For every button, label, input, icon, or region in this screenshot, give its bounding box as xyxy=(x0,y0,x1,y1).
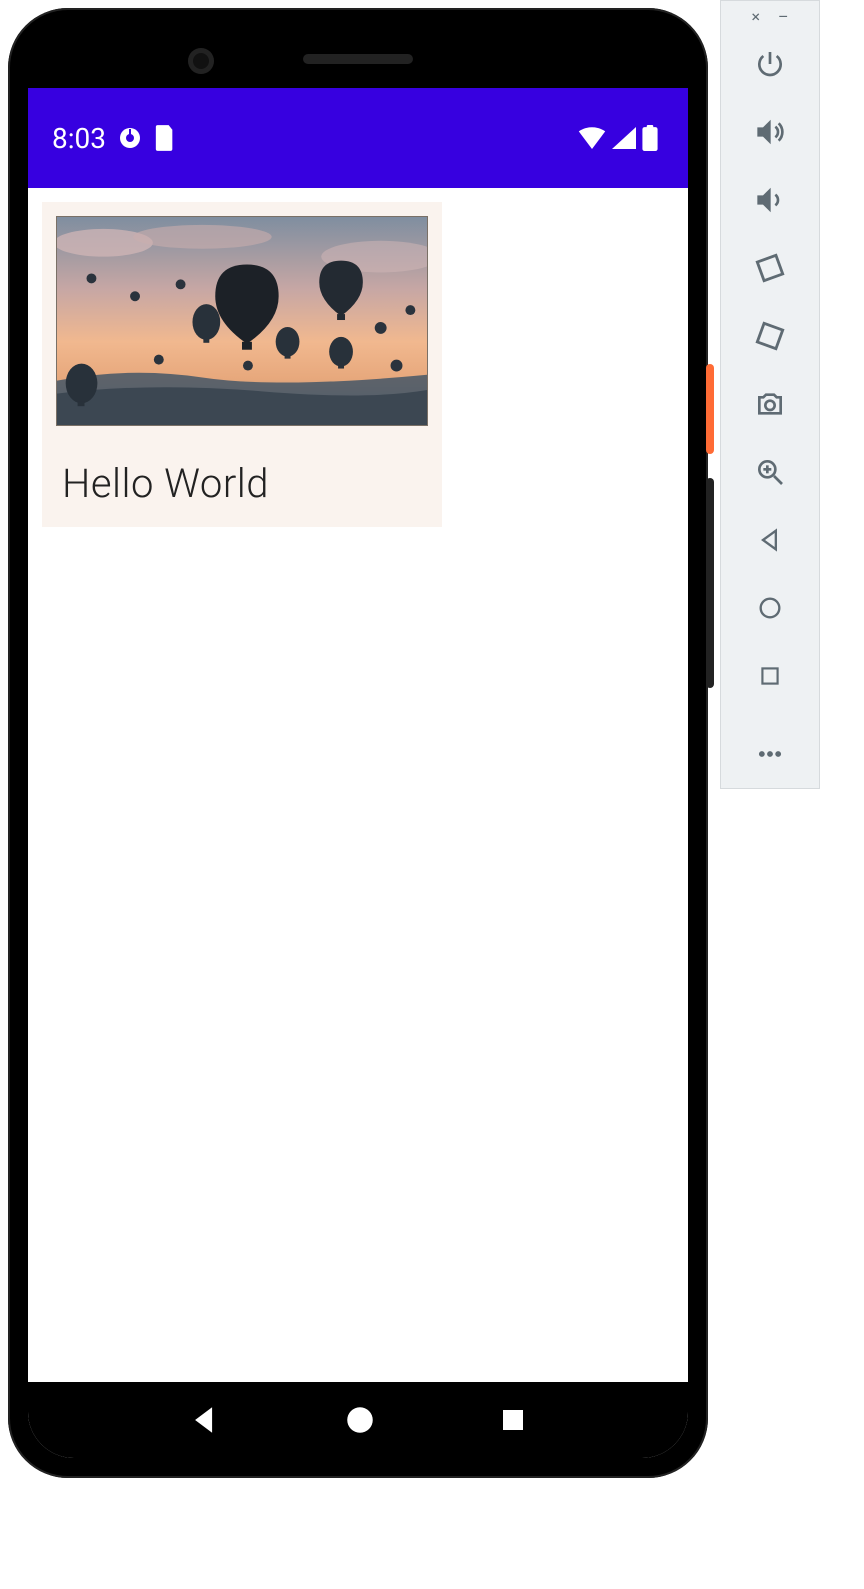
rotate-left-icon xyxy=(753,251,787,285)
emulator-window-controls: × – xyxy=(721,1,819,30)
device-inner: 8:03 xyxy=(28,28,688,1458)
zoom-icon xyxy=(754,456,786,488)
card[interactable]: Hello World xyxy=(42,202,442,527)
navigation-bar xyxy=(28,1382,688,1458)
signal-icon xyxy=(612,127,636,149)
device-power-key xyxy=(706,364,714,454)
app-content: Hello World xyxy=(28,188,688,1382)
rotate-right-button[interactable] xyxy=(721,302,819,370)
power-button[interactable] xyxy=(721,30,819,98)
device-front-camera xyxy=(188,48,214,74)
nav-recents-button[interactable] xyxy=(498,1405,528,1435)
emulator-home-button[interactable] xyxy=(721,574,819,642)
window-close-button[interactable]: × xyxy=(751,7,760,26)
volume-down-icon xyxy=(754,184,786,216)
status-time: 8:03 xyxy=(52,122,106,155)
zoom-button[interactable] xyxy=(721,438,819,506)
screenshot-button[interactable] xyxy=(721,370,819,438)
nav-home-button[interactable] xyxy=(343,1403,377,1437)
device-notch xyxy=(28,28,688,88)
device-volume-key xyxy=(706,478,714,688)
overview-icon xyxy=(757,663,783,689)
window-minimize-button[interactable]: – xyxy=(778,7,789,26)
emulator-back-button[interactable] xyxy=(721,506,819,574)
battery-icon xyxy=(642,125,658,151)
nav-back-button[interactable] xyxy=(188,1403,222,1437)
home-icon xyxy=(756,594,784,622)
volume-down-button[interactable] xyxy=(721,166,819,234)
emulator-toolbar: × – xyxy=(720,0,820,789)
clock-icon xyxy=(118,126,142,150)
rotate-right-icon xyxy=(753,319,787,353)
sim-icon xyxy=(154,125,176,151)
back-icon xyxy=(756,526,784,554)
emulator-overview-button[interactable] xyxy=(721,642,819,710)
wifi-icon xyxy=(578,127,606,149)
rotate-left-button[interactable] xyxy=(721,234,819,302)
volume-up-button[interactable] xyxy=(721,98,819,166)
device-screen: 8:03 xyxy=(28,88,688,1458)
emulator-more-button[interactable] xyxy=(721,720,819,788)
card-image xyxy=(56,216,428,426)
more-icon xyxy=(756,740,784,768)
volume-up-icon xyxy=(754,116,786,148)
status-bar-right xyxy=(578,125,658,151)
status-bar: 8:03 xyxy=(28,88,688,188)
status-bar-left: 8:03 xyxy=(52,122,176,155)
device-frame: 8:03 xyxy=(8,8,708,1478)
camera-icon xyxy=(754,388,786,420)
power-icon xyxy=(754,48,786,80)
card-text: Hello World xyxy=(62,460,428,507)
device-speaker xyxy=(303,54,413,64)
